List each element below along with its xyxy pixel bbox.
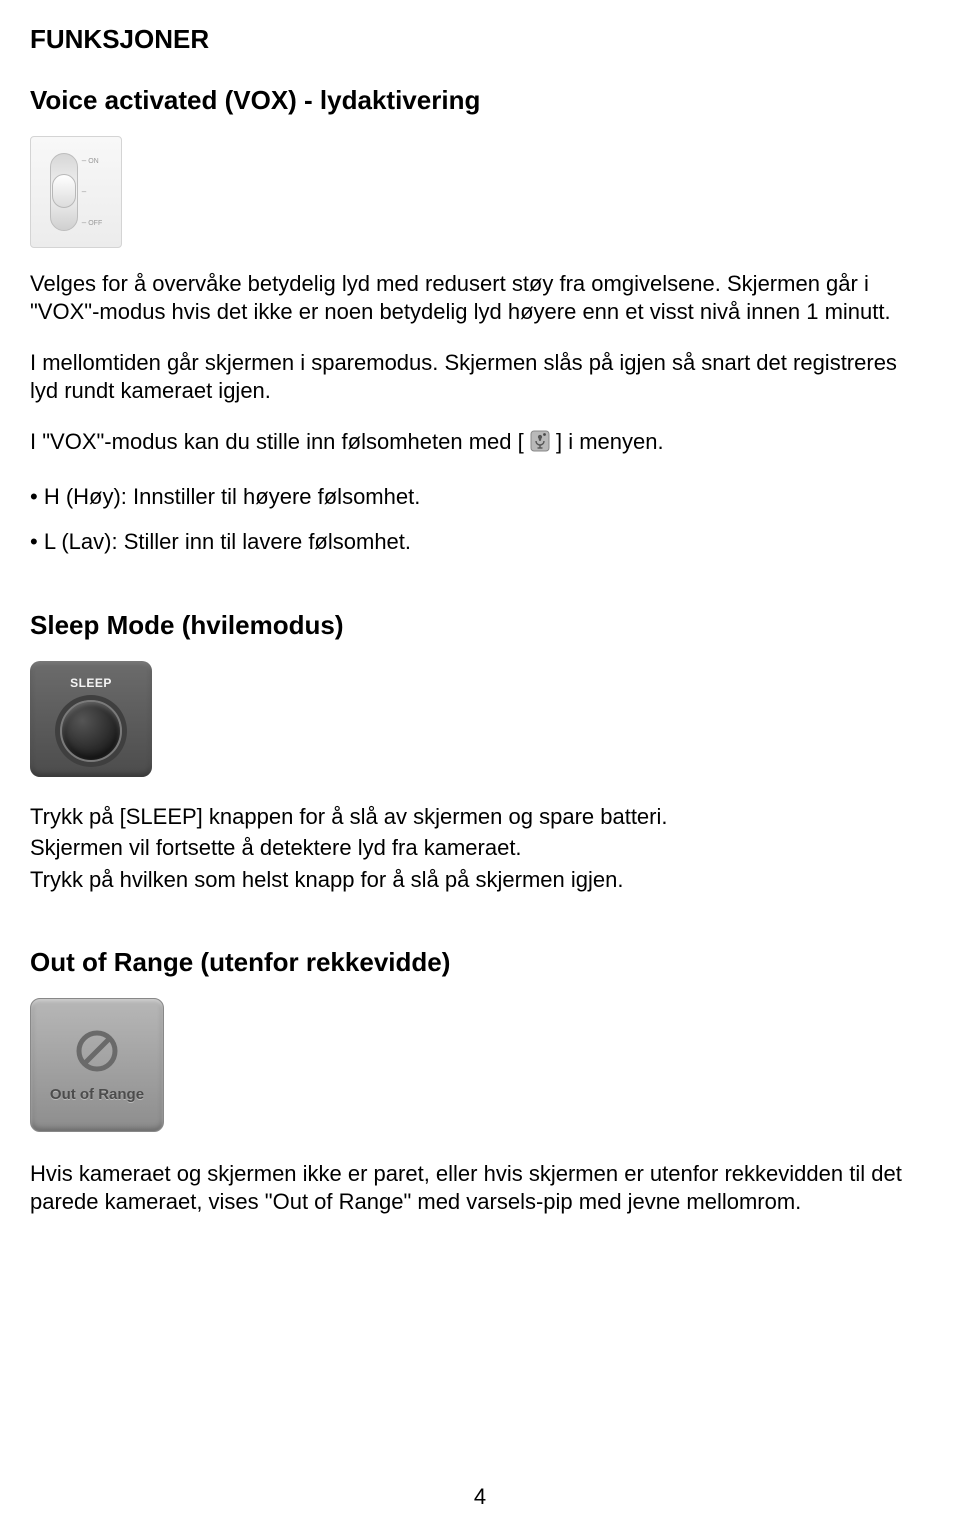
vox-p3-after: ] i menyen.	[556, 429, 664, 454]
sleep-paragraph-3: Trykk på hvilken som helst knapp for å s…	[30, 866, 930, 894]
oor-paragraph-1: Hvis kameraet og skjermen ikke er paret,…	[30, 1160, 930, 1215]
vox-slider-knob	[52, 174, 76, 208]
vox-paragraph-3: I "VOX"-modus kan du stille inn følsomhe…	[30, 428, 930, 459]
vox-paragraph-2: I mellomtiden går skjermen i sparemodus.…	[30, 349, 930, 404]
vox-label-on: ON	[82, 157, 102, 165]
page-number: 4	[0, 1484, 960, 1510]
heading-funksjoner: FUNKSJONER	[30, 24, 930, 55]
vox-slider-labels: ON OFF	[82, 157, 102, 227]
sleep-paragraph-1: Trykk på [SLEEP] knappen for å slå av sk…	[30, 803, 930, 831]
sleep-button-label: SLEEP	[70, 676, 112, 690]
microphone-icon	[530, 430, 550, 459]
vox-slider-image: ON OFF	[30, 136, 122, 248]
out-of-range-label: Out of Range	[50, 1086, 144, 1103]
no-signal-icon	[74, 1028, 120, 1074]
vox-bullet-low: • L (Lav): Stiller inn til lavere følsom…	[30, 528, 930, 556]
sleep-button-icon	[60, 700, 122, 762]
vox-slider-track	[50, 153, 78, 231]
vox-paragraph-1: Velges for å overvåke betydelig lyd med …	[30, 270, 930, 325]
sleep-paragraph-2: Skjermen vil fortsette å detektere lyd f…	[30, 834, 930, 862]
document-page: FUNKSJONER Voice activated (VOX) - lydak…	[0, 0, 960, 1528]
vox-label-off: OFF	[82, 219, 102, 227]
vox-p3-before: I "VOX"-modus kan du stille inn følsomhe…	[30, 429, 524, 454]
heading-vox: Voice activated (VOX) - lydaktivering	[30, 85, 930, 116]
out-of-range-image: Out of Range	[30, 998, 164, 1132]
heading-sleep: Sleep Mode (hvilemodus)	[30, 610, 930, 641]
heading-out-of-range: Out of Range (utenfor rekkevidde)	[30, 947, 930, 978]
vox-label-mid	[82, 188, 102, 196]
vox-bullet-high: • H (Høy): Innstiller til høyere følsomh…	[30, 483, 930, 511]
sleep-button-image: SLEEP	[30, 661, 152, 777]
